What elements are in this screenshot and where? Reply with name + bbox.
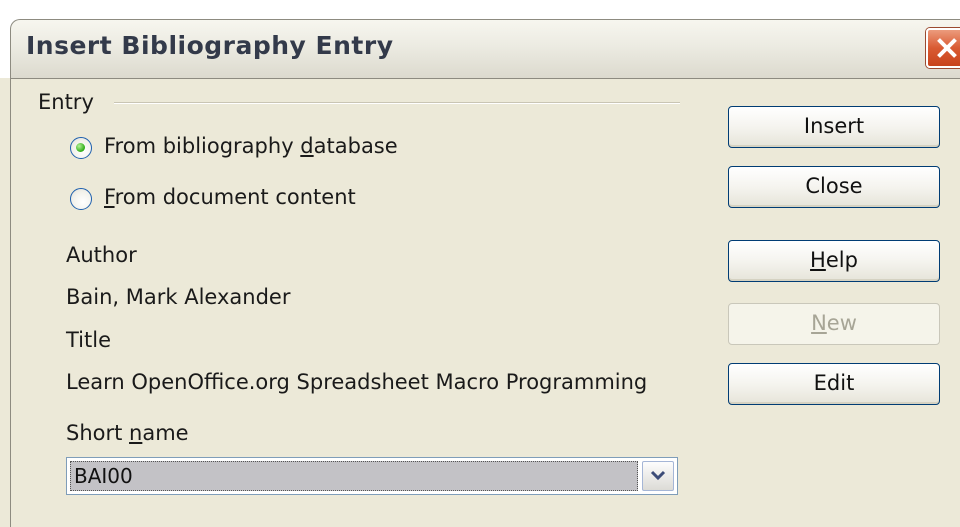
short-name-label: Short name bbox=[66, 421, 189, 445]
short-name-combobox[interactable]: BAI00 bbox=[66, 457, 678, 495]
group-divider bbox=[114, 102, 680, 104]
dialog-window: Insert Bibliography Entry Entry From bib… bbox=[0, 0, 960, 527]
close-button[interactable]: Close bbox=[728, 166, 940, 208]
help-button[interactable]: Help bbox=[728, 240, 940, 282]
author-label: Author bbox=[66, 243, 137, 267]
radio-bibliography-database-label[interactable]: From bibliography database bbox=[104, 134, 398, 158]
entry-group-label: Entry bbox=[38, 90, 94, 114]
radio-bibliography-database[interactable] bbox=[70, 137, 92, 159]
title-value: Learn OpenOffice.org Spreadsheet Macro P… bbox=[66, 370, 648, 394]
edit-button[interactable]: Edit bbox=[728, 363, 940, 405]
new-button[interactable]: New bbox=[728, 303, 940, 345]
title-bar[interactable]: Insert Bibliography Entry bbox=[0, 0, 960, 79]
chevron-down-icon[interactable] bbox=[642, 461, 674, 491]
dialog-title: Insert Bibliography Entry bbox=[26, 31, 394, 60]
short-name-value[interactable]: BAI00 bbox=[70, 461, 638, 491]
author-value: Bain, Mark Alexander bbox=[66, 285, 291, 309]
insert-button[interactable]: Insert bbox=[728, 106, 940, 148]
radio-document-content-label[interactable]: From document content bbox=[104, 185, 356, 209]
close-icon[interactable] bbox=[926, 28, 960, 68]
radio-document-content[interactable] bbox=[70, 188, 92, 210]
title-label: Title bbox=[66, 328, 112, 352]
